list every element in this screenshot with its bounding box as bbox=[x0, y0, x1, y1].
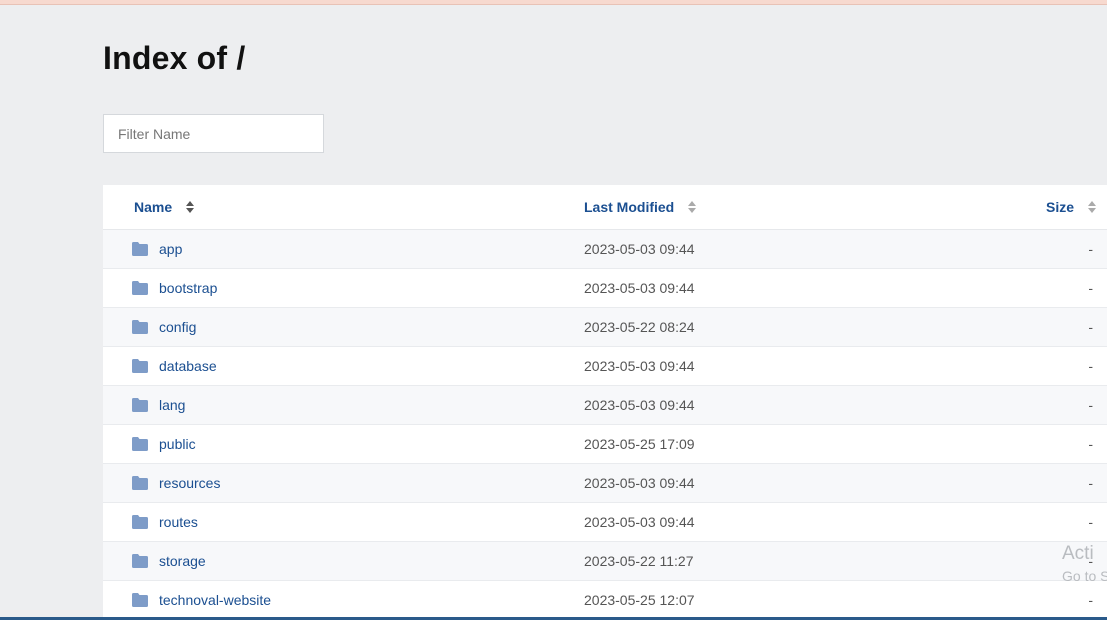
file-name-link[interactable]: database bbox=[159, 347, 217, 385]
file-name-link[interactable]: resources bbox=[159, 464, 220, 502]
size-value: - bbox=[1088, 592, 1093, 608]
last-modified-value: 2023-05-25 17:09 bbox=[584, 436, 695, 452]
size-value: - bbox=[1088, 280, 1093, 296]
table-row: app 2023-05-03 09:44 - bbox=[103, 230, 1107, 269]
top-edge-strip bbox=[0, 0, 1107, 5]
last-modified-value: 2023-05-03 09:44 bbox=[584, 397, 695, 413]
size-value: - bbox=[1088, 553, 1093, 569]
table-row: config 2023-05-22 08:24 - bbox=[103, 308, 1107, 347]
table-row: public 2023-05-25 17:09 - bbox=[103, 425, 1107, 464]
size-value: - bbox=[1088, 241, 1093, 257]
folder-icon bbox=[132, 320, 148, 334]
folder-icon bbox=[132, 398, 148, 412]
column-header-name-label: Name bbox=[134, 199, 173, 215]
folder-icon bbox=[132, 437, 148, 451]
sort-icon bbox=[1087, 200, 1096, 213]
column-header-name[interactable]: Name bbox=[134, 185, 195, 229]
table-row: resources 2023-05-03 09:44 - bbox=[103, 464, 1107, 503]
table-row: lang 2023-05-03 09:44 - bbox=[103, 386, 1107, 425]
filter-name-input[interactable] bbox=[103, 114, 324, 153]
sort-icon bbox=[186, 200, 195, 213]
last-modified-value: 2023-05-03 09:44 bbox=[584, 280, 695, 296]
size-value: - bbox=[1088, 475, 1093, 491]
last-modified-value: 2023-05-22 08:24 bbox=[584, 319, 695, 335]
file-name-link[interactable]: routes bbox=[159, 503, 198, 541]
last-modified-value: 2023-05-03 09:44 bbox=[584, 475, 695, 491]
table-row: database 2023-05-03 09:44 - bbox=[103, 347, 1107, 386]
folder-icon bbox=[132, 242, 148, 256]
size-value: - bbox=[1088, 358, 1093, 374]
size-value: - bbox=[1088, 514, 1093, 530]
file-listing-table: Name Last Modified Size app 2023-05-03 09… bbox=[103, 185, 1107, 617]
file-name-link[interactable]: storage bbox=[159, 542, 206, 580]
table-row: bootstrap 2023-05-03 09:44 - bbox=[103, 269, 1107, 308]
table-row: storage 2023-05-22 11:27 - bbox=[103, 542, 1107, 581]
folder-icon bbox=[132, 554, 148, 568]
folder-icon bbox=[132, 281, 148, 295]
file-name-link[interactable]: public bbox=[159, 425, 196, 463]
size-value: - bbox=[1088, 436, 1093, 452]
file-name-link[interactable]: config bbox=[159, 308, 196, 346]
table-header: Name Last Modified Size bbox=[103, 185, 1107, 230]
folder-icon bbox=[132, 515, 148, 529]
table-row: routes 2023-05-03 09:44 - bbox=[103, 503, 1107, 542]
file-name-link[interactable]: technoval-website bbox=[159, 581, 271, 617]
size-value: - bbox=[1088, 397, 1093, 413]
size-value: - bbox=[1088, 319, 1093, 335]
last-modified-value: 2023-05-25 12:07 bbox=[584, 592, 695, 608]
column-header-size[interactable]: Size bbox=[1046, 185, 1096, 229]
column-header-size-label: Size bbox=[1046, 199, 1075, 215]
column-header-last-modified[interactable]: Last Modified bbox=[584, 185, 697, 229]
page-title: Index of / bbox=[103, 40, 246, 76]
file-name-link[interactable]: bootstrap bbox=[159, 269, 217, 307]
folder-icon bbox=[132, 593, 148, 607]
table-body: app 2023-05-03 09:44 - bootstrap 2023-05-03 … bbox=[103, 230, 1107, 617]
column-header-last-modified-label: Last Modified bbox=[584, 199, 675, 215]
table-row: technoval-website 2023-05-25 12:07 - bbox=[103, 581, 1107, 617]
file-name-link[interactable]: app bbox=[159, 230, 182, 268]
file-name-link[interactable]: lang bbox=[159, 386, 185, 424]
folder-icon bbox=[132, 476, 148, 490]
last-modified-value: 2023-05-03 09:44 bbox=[584, 514, 695, 530]
last-modified-value: 2023-05-03 09:44 bbox=[584, 241, 695, 257]
last-modified-value: 2023-05-22 11:27 bbox=[584, 553, 694, 569]
sort-icon bbox=[688, 200, 697, 213]
last-modified-value: 2023-05-03 09:44 bbox=[584, 358, 695, 374]
folder-icon bbox=[132, 359, 148, 373]
